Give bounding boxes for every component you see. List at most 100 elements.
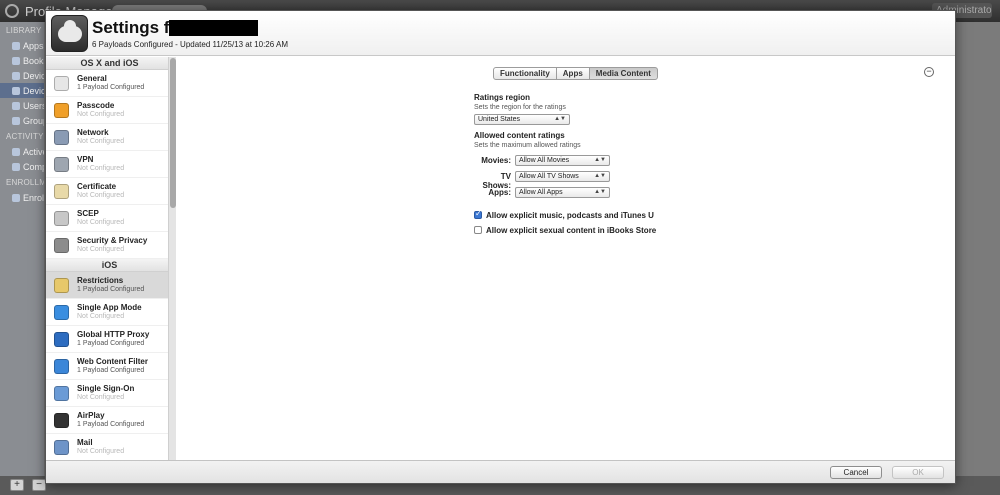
select-arrows-icon: ▲▼ xyxy=(594,173,606,179)
payload-name: AirPlay xyxy=(77,411,105,420)
payload-status: 1 Payload Configured xyxy=(77,421,145,428)
payload-list: OS X and iOS General 1 Payload Configured… xyxy=(46,57,174,460)
ratings-region-heading: Ratings region xyxy=(474,93,531,102)
apps-rating-select[interactable]: Allow All Apps ▲▼ xyxy=(515,187,610,198)
sidebar-item-active-tasks[interactable]: Active Tasks xyxy=(0,144,44,159)
gear-switch-icon xyxy=(54,76,69,91)
payload-item-airplay[interactable]: AirPlay 1 Payload Configured xyxy=(46,407,173,434)
sidebar-item-users[interactable]: Users xyxy=(0,98,44,113)
payload-status: Not Configured xyxy=(77,219,125,226)
sidebar-item-groups[interactable]: Groups xyxy=(0,113,44,128)
movies-rating-row: Movies: Allow All Movies ▲▼ xyxy=(474,155,734,166)
payload-item-passcode[interactable]: Passcode Not Configured xyxy=(46,97,173,124)
remove-button[interactable]: − xyxy=(32,479,46,491)
apps-rating-row: Apps: Allow All Apps ▲▼ xyxy=(474,187,734,198)
payload-status: Not Configured xyxy=(77,394,125,401)
payload-name: Single App Mode xyxy=(77,303,142,312)
cancel-button[interactable]: Cancel xyxy=(830,466,882,479)
explicit-books-label: Allow explicit sexual content in iBooks … xyxy=(486,225,657,235)
redacted-name xyxy=(169,20,258,36)
tab-functionality[interactable]: Functionality xyxy=(493,67,557,80)
add-button[interactable]: + xyxy=(10,479,24,491)
restrictions-tabs: Functionality Apps Media Content xyxy=(493,67,658,80)
settings-dialog: Settings for 6 Payloads Configured - Upd… xyxy=(45,10,956,484)
payload-item-general[interactable]: General 1 Payload Configured xyxy=(46,70,173,97)
payload-status: 1 Payload Configured xyxy=(77,367,145,374)
payload-item-mail[interactable]: Mail Not Configured xyxy=(46,434,173,460)
payload-status: Not Configured xyxy=(77,165,125,172)
payload-name: Web Content Filter xyxy=(77,357,148,366)
sidebar-header-activity: ACTIVITY xyxy=(6,132,44,141)
enrollment-icon xyxy=(12,193,20,202)
payload-item-web-content-filter[interactable]: Web Content Filter 1 Payload Configured xyxy=(46,353,173,380)
padlock-icon xyxy=(54,278,69,293)
payload-status: Not Configured xyxy=(77,448,125,455)
payload-item-security-privacy[interactable]: Security & Privacy Not Configured xyxy=(46,232,173,259)
payload-status: Not Configured xyxy=(77,313,125,320)
payload-name: Single Sign-On xyxy=(77,384,135,393)
explicit-music-option[interactable]: Allow explicit music, podcasts and iTune… xyxy=(474,209,734,220)
payload-name: Network xyxy=(77,128,109,137)
sidebar-item-books[interactable]: Books xyxy=(0,53,44,68)
select-arrows-icon: ▲▼ xyxy=(594,157,606,163)
payload-status: Not Configured xyxy=(77,111,125,118)
device-groups-icon xyxy=(12,86,20,95)
key-icon xyxy=(54,103,69,118)
payload-name: Certificate xyxy=(77,182,117,191)
ok-button[interactable]: OK xyxy=(892,466,944,479)
payload-item-certificate[interactable]: Certificate Not Configured xyxy=(46,178,173,205)
profile-manager-logo-icon xyxy=(5,4,19,18)
select-arrows-icon: ▲▼ xyxy=(594,189,606,195)
payload-item-network[interactable]: Network Not Configured xyxy=(46,124,173,151)
movies-rating-select[interactable]: Allow All Movies ▲▼ xyxy=(515,155,610,166)
explicit-books-checkbox[interactable] xyxy=(474,226,482,234)
payload-item-single-sign-on[interactable]: Single Sign-On Not Configured xyxy=(46,380,173,407)
web-filter-icon xyxy=(54,359,69,374)
app-sidebar: LIBRARY Apps Books Devices Device Groups… xyxy=(0,22,44,495)
payload-item-global-http-proxy[interactable]: Global HTTP Proxy 1 Payload Configured xyxy=(46,326,173,353)
sidebar-item-device-groups[interactable]: Device Groups xyxy=(0,83,44,98)
movies-label: Movies: xyxy=(481,156,511,165)
explicit-books-option[interactable]: Allow explicit sexual content in iBooks … xyxy=(474,225,734,235)
collapse-icon[interactable]: − xyxy=(924,67,934,77)
globe-proxy-icon xyxy=(54,332,69,347)
select-arrows-icon: ▲▼ xyxy=(554,116,566,122)
airplay-icon xyxy=(54,413,69,428)
dialog-header: Settings for 6 Payloads Configured - Upd… xyxy=(46,11,955,56)
media-content-pane: Functionality Apps Media Content − Ratin… xyxy=(176,57,955,460)
payload-item-scep[interactable]: SCEP Not Configured xyxy=(46,205,173,232)
tab-apps[interactable]: Apps xyxy=(555,67,590,80)
globe-icon xyxy=(54,130,69,145)
groups-icon xyxy=(12,116,20,125)
books-icon xyxy=(12,56,20,65)
sidebar-item-enrollment-profiles[interactable]: Enrollment Profiles xyxy=(0,190,44,205)
sidebar-item-devices[interactable]: Devices xyxy=(0,68,44,83)
tv-shows-rating-row: TV Shows: Allow All TV Shows ▲▼ xyxy=(474,171,734,190)
allowed-ratings-heading: Allowed content ratings xyxy=(474,131,565,140)
devices-icon xyxy=(12,71,20,80)
payload-status: 1 Payload Configured xyxy=(77,84,145,91)
allowed-ratings-description: Sets the maximum allowed ratings xyxy=(474,142,581,149)
explicit-music-checkbox[interactable] xyxy=(474,209,482,219)
payload-name: General xyxy=(77,74,107,83)
payload-name: Mail xyxy=(77,438,93,447)
active-tasks-icon xyxy=(12,147,20,156)
explicit-music-label: Allow explicit music, podcasts and iTune… xyxy=(486,210,654,220)
ratings-region-select[interactable]: United States ▲▼ xyxy=(474,114,570,125)
tv-shows-rating-select[interactable]: Allow All TV Shows ▲▼ xyxy=(515,171,610,182)
lock-icon xyxy=(54,211,69,226)
payload-name: SCEP xyxy=(77,209,99,218)
payload-item-restrictions[interactable]: Restrictions 1 Payload Configured xyxy=(46,272,173,299)
tab-media-content[interactable]: Media Content xyxy=(588,67,658,80)
payload-item-vpn[interactable]: VPN Not Configured xyxy=(46,151,173,178)
payload-section-header: OS X and iOS xyxy=(46,57,173,70)
sidebar-item-completed-tasks[interactable]: Completed Tasks xyxy=(0,159,44,174)
sign-on-icon xyxy=(54,386,69,401)
payload-name: Passcode xyxy=(77,101,115,110)
payload-list-scrollbar[interactable] xyxy=(168,57,176,460)
sidebar-item-apps[interactable]: Apps xyxy=(0,38,44,53)
payload-item-single-app-mode[interactable]: Single App Mode Not Configured xyxy=(46,299,173,326)
dialog-footer: Cancel OK xyxy=(46,460,955,483)
payload-section-header: iOS xyxy=(46,259,173,272)
completed-tasks-icon xyxy=(12,162,20,171)
